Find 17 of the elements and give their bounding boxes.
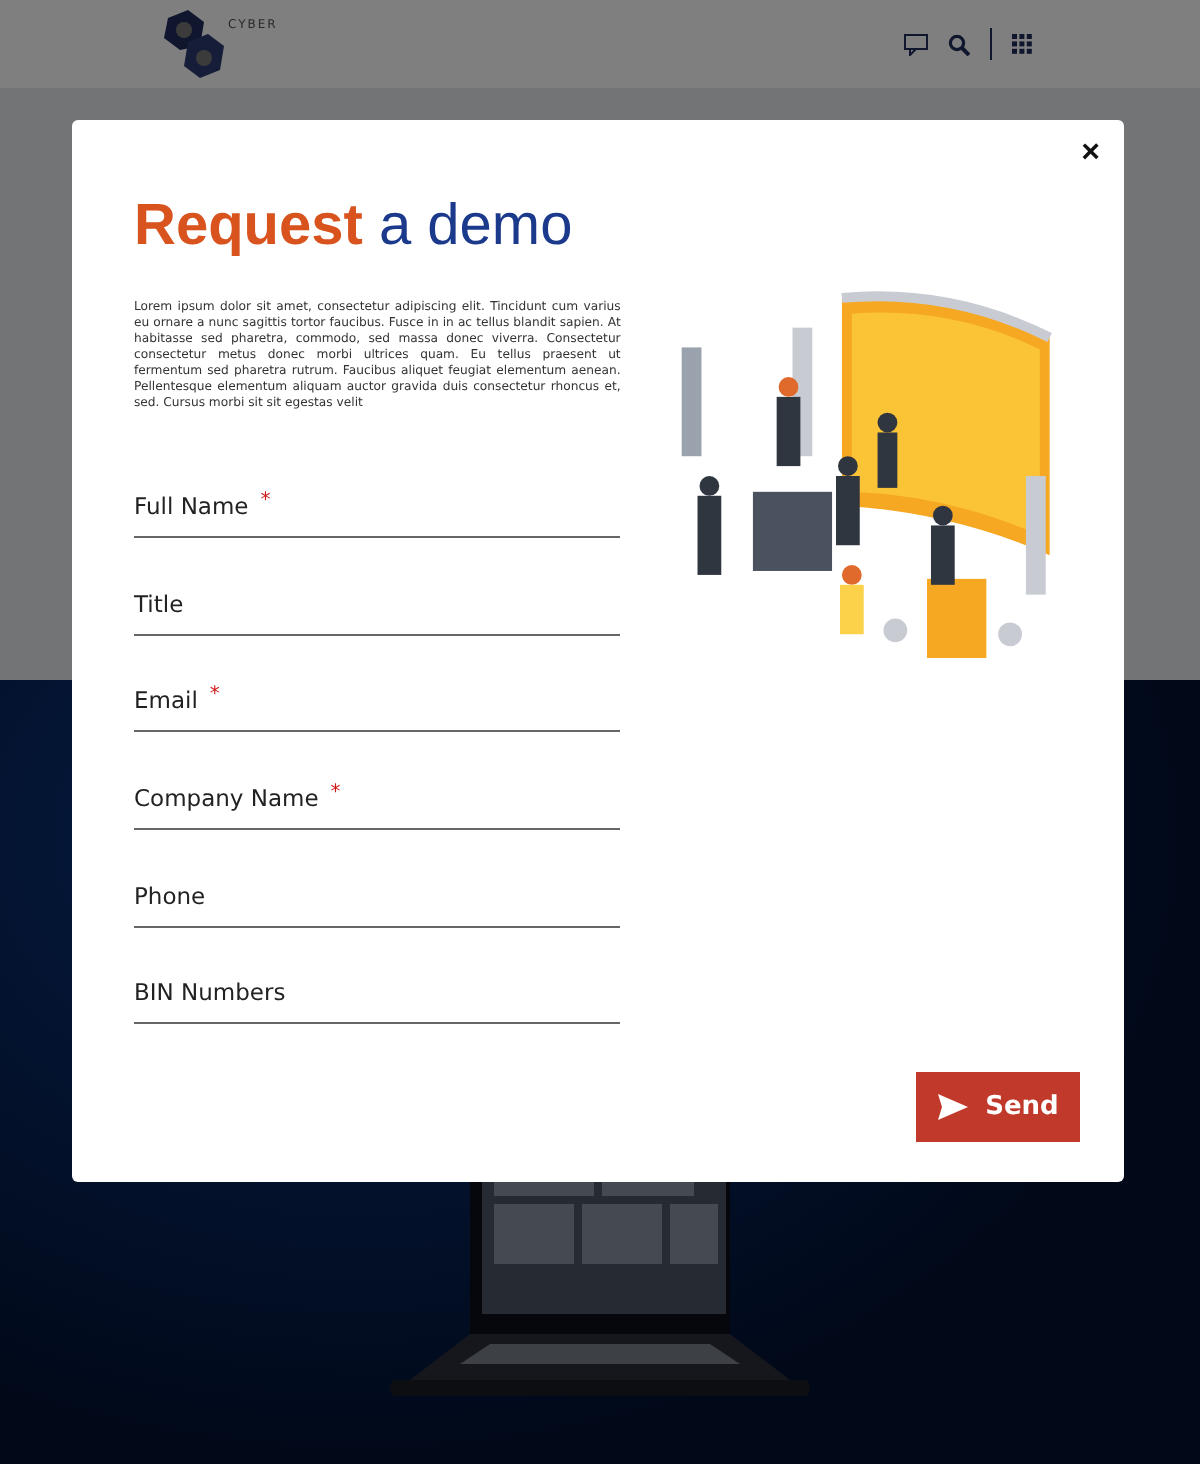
text-field[interactable]: BIN Numbers [134,927,621,1025]
text-field[interactable]: Full Name * [134,441,621,539]
chat-icon[interactable] [904,33,928,55]
text-field[interactable]: Phone [134,829,621,928]
grid-menu-icon[interactable] [1012,34,1032,54]
search-icon[interactable] [948,33,970,55]
text-field[interactable]: Title [134,538,621,636]
text-field[interactable]: Company Name * [134,732,621,830]
text-field[interactable]: Email * [134,635,621,733]
close-button[interactable]: × [1073,132,1108,176]
required-mark: * [260,490,271,513]
dialog-title: Request a demo [134,196,575,260]
logo-icon[interactable] [160,10,228,78]
send-icon [937,1094,968,1120]
send-button[interactable]: Send [916,1072,1080,1142]
required-mark: * [209,684,220,707]
required-mark: * [330,781,341,804]
